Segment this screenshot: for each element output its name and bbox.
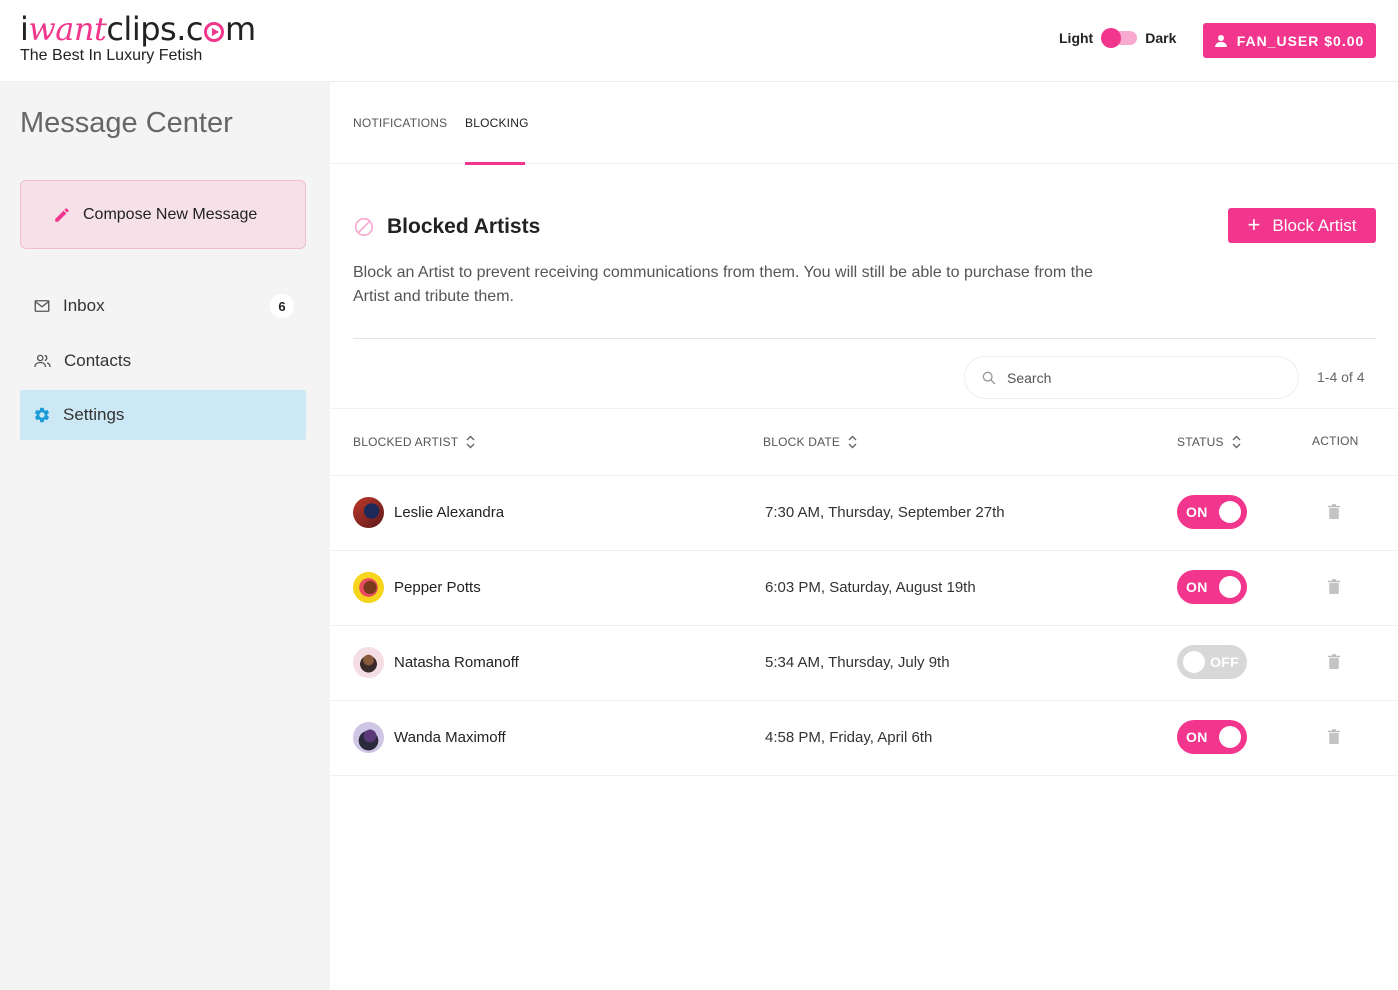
status-label: OFF <box>1210 654 1239 670</box>
block-date: 6:03 PM, Saturday, August 19th <box>765 579 976 596</box>
contacts-icon <box>34 354 51 368</box>
status-toggle[interactable]: OFF <box>1177 645 1247 679</box>
table-row: Natasha Romanoff 5:34 AM, Thursday, July… <box>330 626 1398 701</box>
search-input[interactable] <box>1007 369 1267 386</box>
block-artist-button[interactable]: + Block Artist <box>1228 208 1376 243</box>
top-header: iwantclips.c m The Best In Luxury Fetish … <box>0 0 1398 82</box>
trash-icon[interactable] <box>1327 654 1341 670</box>
active-tab-indicator <box>465 162 525 165</box>
avatar <box>353 572 384 603</box>
theme-dark-label: Dark <box>1145 30 1177 46</box>
avatar <box>353 497 384 528</box>
status-toggle[interactable]: ON <box>1177 720 1247 754</box>
avatar <box>353 722 384 753</box>
column-header-status[interactable]: STATUS <box>1177 435 1241 449</box>
status-toggle[interactable]: ON <box>1177 495 1247 529</box>
sidebar-item-label: Settings <box>63 405 125 424</box>
sidebar-item-label: Contacts <box>64 351 132 370</box>
user-icon <box>1214 34 1227 47</box>
artist-name[interactable]: Natasha Romanoff <box>394 654 519 671</box>
section-heading: Blocked Artists <box>353 215 540 239</box>
column-header-date[interactable]: BLOCK DATE <box>763 435 857 449</box>
sidebar-item-inbox[interactable]: Inbox 6 <box>20 281 306 331</box>
pencil-icon <box>55 207 69 222</box>
envelope-icon <box>34 300 50 312</box>
block-artist-label: Block Artist <box>1272 215 1357 235</box>
table-row: Leslie Alexandra 7:30 AM, Thursday, Sept… <box>330 476 1398 551</box>
status-toggle[interactable]: ON <box>1177 570 1247 604</box>
inbox-count-badge: 6 <box>270 294 294 318</box>
theme-switch-knob <box>1101 28 1122 48</box>
status-label: ON <box>1186 729 1208 745</box>
sidebar-item-contacts[interactable]: Contacts <box>20 336 306 386</box>
status-label: ON <box>1186 504 1208 520</box>
compose-new-message-button[interactable]: Compose New Message <box>20 180 306 249</box>
sort-icon <box>1232 435 1241 449</box>
site-logo[interactable]: iwantclips.c m <box>20 10 256 48</box>
artist-name[interactable]: Wanda Maximoff <box>394 729 506 746</box>
user-account-button[interactable]: FAN_USER $0.00 <box>1203 23 1376 58</box>
table-row: Wanda Maximoff 4:58 PM, Friday, April 6t… <box>330 701 1398 776</box>
search-box[interactable] <box>964 356 1299 399</box>
toggle-knob <box>1219 576 1241 598</box>
section-description: Block an Artist to prevent receiving com… <box>353 264 1093 305</box>
sidebar: Message Center Compose New Message Inbox… <box>0 82 330 990</box>
sort-icon <box>848 435 857 449</box>
pagination-count: 1-4 of 4 <box>1317 369 1365 385</box>
column-header-artist[interactable]: BLOCKED ARTIST <box>353 435 475 449</box>
tab-blocking[interactable]: BLOCKING <box>465 116 529 130</box>
toggle-knob <box>1219 726 1241 748</box>
block-date: 4:58 PM, Friday, April 6th <box>765 729 933 746</box>
play-icon <box>203 22 224 42</box>
compose-label: Compose New Message <box>83 205 258 223</box>
main-content: NOTIFICATIONS BLOCKING Blocked Artists +… <box>330 82 1398 990</box>
trash-icon[interactable] <box>1327 729 1341 745</box>
theme-switch[interactable] <box>1101 28 1138 48</box>
toggle-knob <box>1219 501 1241 523</box>
avatar <box>353 647 384 678</box>
sidebar-item-label: Inbox <box>63 296 105 315</box>
divider <box>353 338 1376 339</box>
search-icon <box>982 371 996 384</box>
site-tagline: The Best In Luxury Fetish <box>20 47 203 64</box>
sidebar-item-settings[interactable]: Settings <box>20 390 306 440</box>
column-header-action: ACTION <box>1312 434 1359 448</box>
user-account-label: FAN_USER $0.00 <box>1236 32 1365 49</box>
section-title: Blocked Artists <box>387 215 541 238</box>
artist-name[interactable]: Pepper Potts <box>394 579 481 596</box>
divider <box>330 408 1398 409</box>
block-date: 5:34 AM, Thursday, July 9th <box>765 654 950 671</box>
sort-icon <box>466 435 475 449</box>
page-title: Message Center <box>20 107 233 139</box>
plus-icon: + <box>1247 211 1261 237</box>
theme-light-label: Light <box>1059 30 1094 46</box>
gear-icon <box>34 407 50 423</box>
table-row: Pepper Potts 6:03 PM, Saturday, August 1… <box>330 551 1398 626</box>
block-date: 7:30 AM, Thursday, September 27th <box>765 504 1005 521</box>
theme-toggle: Light Dark <box>1059 28 1177 48</box>
tab-bar: NOTIFICATIONS BLOCKING <box>330 82 1398 165</box>
artist-name[interactable]: Leslie Alexandra <box>394 504 504 521</box>
tab-notifications[interactable]: NOTIFICATIONS <box>353 116 447 130</box>
trash-icon[interactable] <box>1327 579 1341 595</box>
block-icon <box>354 217 374 237</box>
trash-icon[interactable] <box>1327 504 1341 520</box>
status-label: ON <box>1186 579 1208 595</box>
toggle-knob <box>1183 651 1205 673</box>
